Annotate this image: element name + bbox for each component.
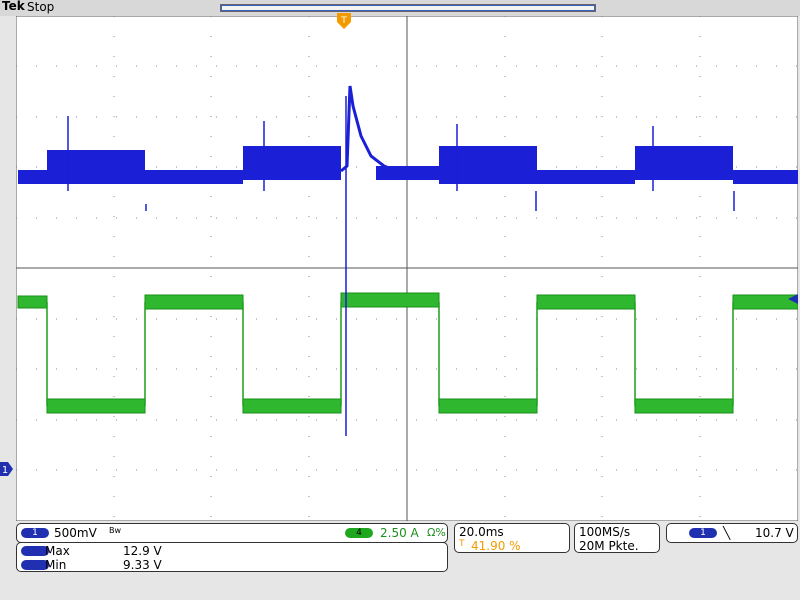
trigger-panel[interactable]: 1 ╲ 10.7 V [666,523,798,543]
meas-min-value: 9.33 V [123,558,162,572]
ch4-scale: 2.50 A [380,526,419,540]
ch1-ground-icon[interactable]: 1 [0,462,13,476]
record-overview-bar[interactable] [220,4,596,12]
meas-min-label: Min [45,558,67,572]
record-view-window [221,5,595,11]
record-length: 20M Pkte. [579,539,639,553]
svg-text:1: 1 [2,465,8,476]
waveform-display[interactable] [16,16,798,521]
trigger-level: 10.7 V [755,526,794,540]
trigger-position-icon[interactable]: T [337,13,351,29]
timebase-scale: 20.0ms [459,525,504,539]
acquisition-panel[interactable]: 100MS/s 20M Pkte. [574,523,660,553]
trigger-source-badge: 1 [689,528,717,538]
sample-rate: 100MS/s [579,525,631,539]
ch4-units-mark: Ω% [427,526,446,539]
timebase-panel[interactable]: 20.0ms T 41.90 % [454,523,570,553]
ch4-waveform [17,292,798,414]
trigger-position-icon-small: T [459,539,465,549]
svg-text:T: T [340,16,347,26]
channel-readout-panel[interactable]: 1 500mV Bw 4 2.50 A Ω% [16,523,448,543]
ch1-badge: 1 [21,528,49,538]
brand-label: Tek [2,0,25,13]
measurement-panel[interactable]: Max 12.9 V Min 9.33 V [16,542,448,572]
bandwidth-limit-mark: Bw [109,526,122,535]
graticule [16,16,798,521]
ch1-scale: 500mV [54,526,97,540]
ch4-badge: 4 [345,528,373,538]
ch1-waveform [18,85,798,436]
acquisition-state: Stop [27,0,55,14]
falling-edge-icon: ╲ [723,526,731,540]
trigger-position-value: 41.90 % [471,539,521,553]
status-bar: Tek Stop [0,0,800,16]
meas-max-value: 12.9 V [123,544,162,558]
meas-max-label: Max [45,544,70,558]
ch4-offset-icon[interactable] [788,294,798,304]
